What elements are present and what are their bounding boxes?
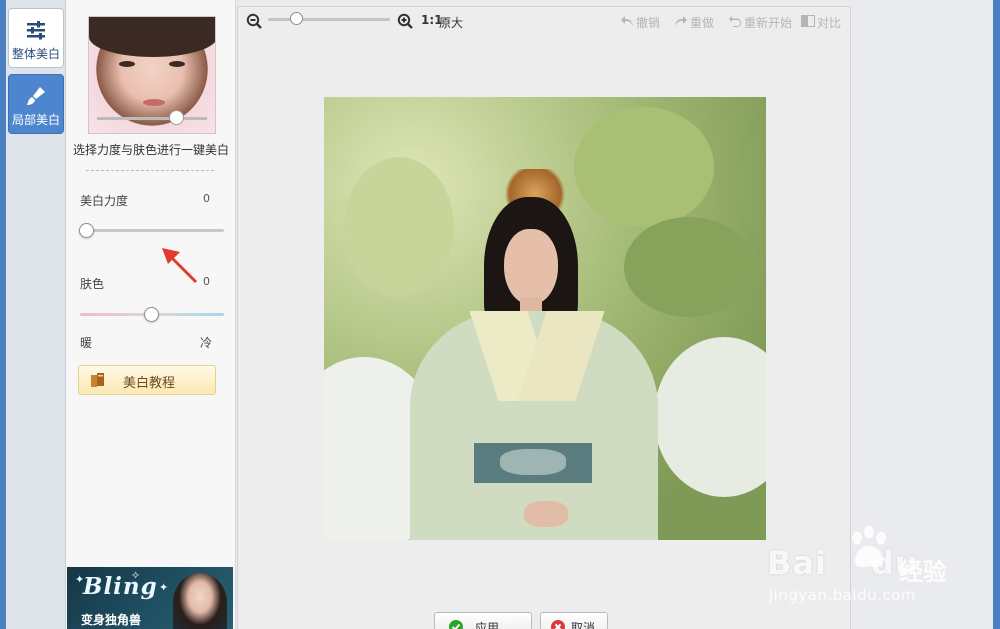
book-icon — [91, 373, 104, 387]
canvas-toolbar: 1:1 原大 撤销 重做 重新开始 对比 — [238, 7, 850, 37]
whitening-tutorial-button[interactable]: 美白教程 — [78, 365, 216, 395]
sliders-icon — [27, 21, 45, 40]
undo-label: 撤销 — [636, 16, 661, 30]
restart-label: 重新开始 — [744, 16, 793, 30]
warm-label: 暖 — [80, 336, 93, 350]
baidu-watermark: Bai du 经验 jingyan.baidu.com — [767, 524, 957, 614]
compare-label: 对比 — [817, 16, 842, 30]
whitening-strength-label: 美白力度 — [80, 194, 129, 208]
apply-button[interactable]: 应用 — [434, 612, 532, 629]
whitening-tutorial-label: 美白教程 — [123, 376, 176, 391]
tab-column: 整体美白 局部美白 — [6, 0, 66, 629]
preview-face-image — [88, 16, 216, 134]
watermark-brand-cn: 经验 — [899, 558, 947, 586]
ad-subtitle: 变身独角兽 — [81, 613, 142, 627]
editing-canvas: 1:1 原大 撤销 重做 重新开始 对比 应用 取消 — [237, 6, 851, 629]
whitening-strength-row: 美白力度 0 — [80, 192, 210, 209]
panel-description: 选择力度与肤色进行一键美白 — [72, 143, 229, 157]
cancel-button[interactable]: 取消 — [540, 612, 608, 629]
zoom-out-icon[interactable] — [246, 13, 262, 29]
brush-icon — [27, 87, 45, 105]
restart-icon — [729, 16, 741, 27]
skin-tone-slider-handle[interactable] — [143, 307, 159, 322]
whitening-strength-slider-handle[interactable] — [79, 223, 94, 238]
check-icon — [449, 620, 463, 629]
cancel-label: 取消 — [571, 621, 596, 629]
skin-tone-row: 肤色 0 — [80, 275, 210, 292]
tab-local-whitening-label: 局部美白 — [11, 113, 60, 127]
divider — [86, 170, 214, 171]
original-size-button[interactable]: 原大 — [439, 14, 463, 31]
whitening-strength-track[interactable] — [80, 229, 224, 232]
zoom-slider-handle[interactable] — [289, 12, 303, 25]
redo-label: 重做 — [690, 16, 715, 30]
skin-tone-label: 肤色 — [80, 277, 105, 291]
tab-overall-whitening-label: 整体美白 — [11, 47, 60, 61]
close-icon — [551, 620, 565, 629]
paw-icon — [852, 525, 886, 568]
cold-label: 冷 — [200, 336, 213, 350]
ad-model-image — [173, 573, 227, 629]
tab-overall-whitening[interactable]: 整体美白 — [8, 8, 64, 68]
ad-title: Bling — [83, 573, 158, 600]
window-right-edge — [993, 0, 1000, 629]
skin-tone-value: 0 — [203, 275, 210, 288]
ad-banner[interactable]: ✦ ✦ ✧ Bling 变身独角兽 — [67, 567, 233, 629]
zoom-slider-track[interactable] — [268, 18, 390, 21]
tab-local-whitening[interactable]: 局部美白 — [8, 74, 64, 134]
watermark-logo: Bai du — [767, 544, 919, 582]
zoom-in-icon[interactable] — [397, 13, 413, 29]
edited-photo[interactable] — [324, 97, 766, 540]
whitening-strength-value: 0 — [203, 192, 210, 205]
undo-icon — [621, 16, 633, 26]
compare-icon — [801, 15, 815, 27]
whitening-settings-panel: 选择力度与肤色进行一键美白 美白力度 0 肤色 0 暖 冷 美白教程 ✦ ✦ ✧… — [66, 0, 236, 629]
redo-icon — [675, 16, 687, 26]
watermark-url: jingyan.baidu.com — [769, 586, 916, 604]
apply-label: 应用 — [475, 621, 500, 629]
